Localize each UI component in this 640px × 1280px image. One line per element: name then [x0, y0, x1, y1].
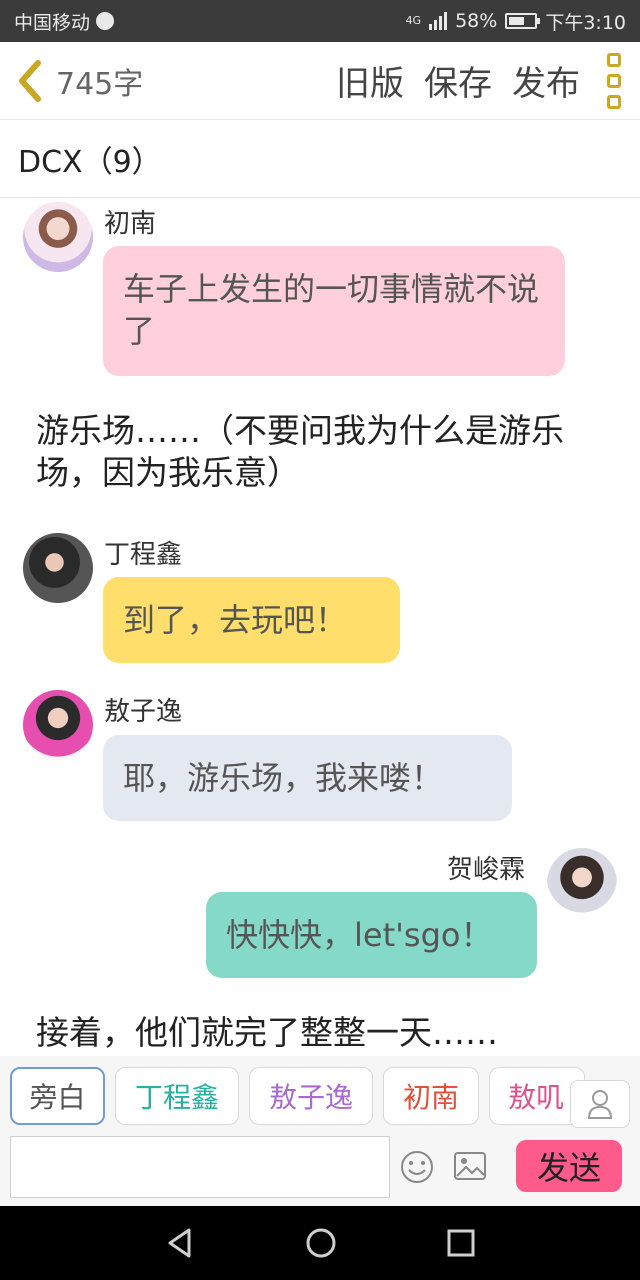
signal-icon [429, 12, 448, 30]
message-bubble[interactable]: 到了，去玩吧！ [103, 577, 400, 663]
narration-text[interactable]: 游乐场……（不要问我为什么是游乐场，因为我乐意） [36, 410, 596, 494]
nav-back-icon[interactable] [165, 1227, 195, 1259]
manage-characters-button[interactable] [570, 1080, 630, 1128]
narration-text[interactable]: 接着，他们就完了整整一天…… [36, 1012, 596, 1054]
message-input[interactable] [10, 1136, 390, 1198]
person-icon [587, 1090, 613, 1119]
message-bubble[interactable]: 耶，游乐场，我来喽！ [103, 735, 512, 821]
nav-recent-icon[interactable] [447, 1229, 475, 1257]
sender-name: 丁程鑫 [104, 540, 183, 570]
save-button[interactable]: 保存 [424, 56, 492, 105]
publish-button[interactable]: 发布 [512, 56, 580, 105]
chapter-title[interactable]: DCX（9） [0, 120, 640, 198]
back-button[interactable] [16, 59, 46, 103]
character-chip[interactable]: 丁程鑫 [115, 1067, 239, 1125]
more-icon[interactable] [604, 52, 624, 109]
carrier-name: 中国移动 [14, 11, 91, 34]
compose-bar: 发送 [0, 1136, 640, 1206]
editor-toolbar: 745字 旧版 保存 发布 [0, 42, 640, 120]
old-version-button[interactable]: 旧版 [336, 56, 404, 105]
avatar-hejunlin[interactable] [547, 848, 617, 918]
status-bar: 中国移动 4G 58% 下午3:10 [0, 0, 640, 42]
network-type: 4G [405, 14, 422, 27]
sender-name: 敖子逸 [104, 697, 183, 727]
clock: 下午3:10 [545, 11, 626, 34]
character-chip[interactable]: 初南 [383, 1067, 479, 1125]
message-bubble[interactable]: 快快快，let'sgo！ [206, 892, 537, 978]
word-count: 745字 [56, 66, 144, 102]
emoji-icon[interactable] [400, 1150, 434, 1184]
sender-name: 初南 [104, 209, 157, 239]
picture-icon[interactable] [453, 1150, 487, 1182]
message-bubble[interactable]: 车子上发生的一切事情就不说了 [103, 246, 565, 376]
globe-icon [96, 12, 115, 30]
character-selector: 旁白 丁程鑫 敖子逸 初南 敖叽 [0, 1056, 640, 1136]
battery-icon [505, 13, 541, 29]
nav-home-icon[interactable] [305, 1227, 337, 1259]
system-nav-bar [0, 1206, 640, 1280]
character-chip[interactable]: 敖子逸 [249, 1067, 373, 1125]
sender-name: 贺峻霖 [447, 855, 526, 885]
avatar-dingchengxin[interactable] [23, 533, 93, 603]
character-chip-narrator[interactable]: 旁白 [10, 1067, 105, 1125]
avatar-aoziyi[interactable] [23, 690, 93, 760]
back-chevron-icon [19, 59, 41, 102]
battery-percent: 58% [455, 10, 498, 32]
avatar-chunan[interactable] [23, 202, 93, 272]
send-button[interactable]: 发送 [516, 1140, 622, 1192]
